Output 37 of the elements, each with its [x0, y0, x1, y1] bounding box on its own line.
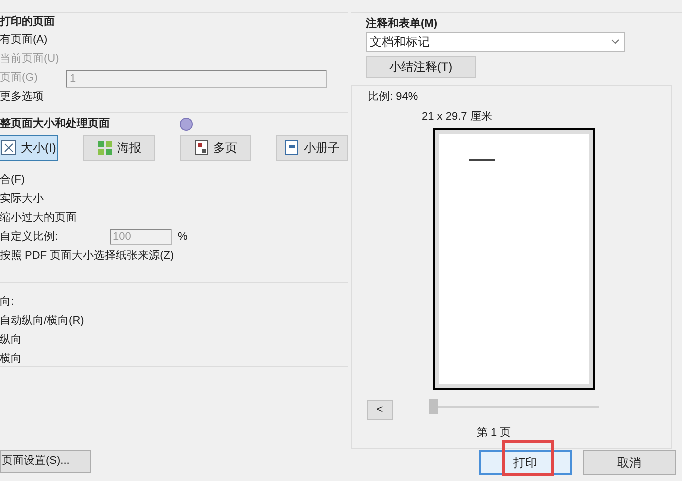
text-line-icon	[469, 159, 495, 161]
grid-icon	[97, 140, 114, 156]
cancel-button[interactable]: 取消	[583, 450, 676, 475]
option-label[interactable]: 自动纵向/横向(R)	[0, 313, 348, 329]
info-icon[interactable]	[180, 118, 193, 130]
resize-icon	[0, 140, 17, 156]
booklet-icon	[284, 140, 300, 156]
mode-button[interactable]: 大小(I)	[0, 135, 58, 161]
chevron-icon	[611, 39, 620, 45]
section-title: 打印的页面	[0, 14, 56, 30]
page-number-label: 第 1 页	[477, 426, 512, 441]
option-label[interactable]: 按照 PDF 页面大小选择纸张来源(Z)	[0, 248, 174, 264]
option-label[interactable]: 纵向	[0, 332, 348, 348]
unit-label: %	[178, 230, 188, 245]
option-label[interactable]: 缩小过大的页面	[0, 210, 77, 226]
section-title: 向:	[0, 295, 16, 310]
option-label[interactable]: 合(F)	[0, 172, 26, 188]
print-button[interactable]: 打印	[479, 450, 572, 475]
page-setup-button[interactable]: 页面设置(S)...	[0, 450, 91, 473]
option-label[interactable]: 实际大小	[0, 190, 44, 208]
scale-label: 比例: 94%	[368, 90, 418, 105]
previous-page-button[interactable]: <	[367, 400, 393, 420]
mode-button[interactable]: 多页	[180, 135, 251, 161]
highlight-frame	[502, 440, 554, 476]
pages-icon	[194, 140, 210, 156]
summarize-button[interactable]: 小结注释(T)	[366, 56, 476, 78]
slider-thumb[interactable]	[429, 399, 438, 414]
annotations-dropdown[interactable]: 文档和标记	[366, 32, 625, 52]
option-label[interactable]: 更多选项	[0, 89, 66, 106]
mode-button[interactable]: 小册子	[276, 135, 348, 161]
option-label[interactable]: 有页面(A)	[0, 32, 66, 49]
paper-size-label: 21 x 29.7 厘米	[422, 110, 492, 125]
option-label[interactable]: 横向	[0, 351, 348, 367]
section-title: 注释和表单(M)	[366, 16, 438, 32]
section-title: 整页面大小和处理页面	[0, 116, 111, 132]
mode-button[interactable]: 海报	[83, 135, 156, 161]
option-label[interactable]: 自定义比例:	[0, 228, 110, 246]
